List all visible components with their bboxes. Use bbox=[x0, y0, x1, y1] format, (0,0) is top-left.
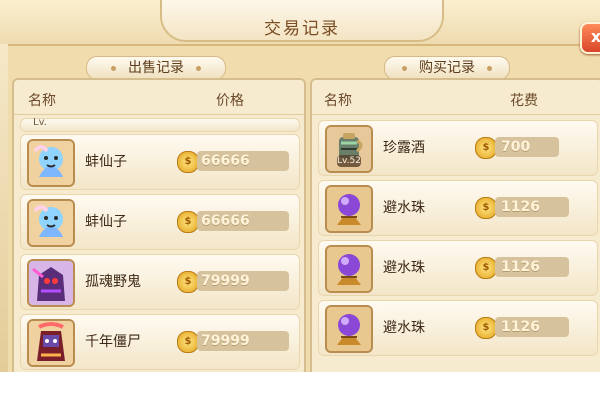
item-name: 避水珠 bbox=[383, 260, 425, 276]
sell-records-tab: 出售记录 bbox=[86, 56, 226, 80]
pill-dot-left bbox=[401, 65, 407, 71]
sell-header: 名称 价格 bbox=[14, 80, 304, 115]
partial-level-text: Lv. bbox=[33, 117, 47, 128]
ghost-warrior-icon bbox=[27, 259, 75, 307]
sell-records-label: 出售记录 bbox=[128, 60, 184, 76]
purple-orb-icon bbox=[325, 305, 373, 353]
item-name: 蚌仙子 bbox=[85, 214, 127, 230]
coin-icon: $ bbox=[475, 137, 497, 159]
list-item[interactable]: 避水珠 $ 1126 bbox=[318, 180, 598, 236]
item-name: 千年僵尸 bbox=[85, 334, 141, 350]
list-item[interactable]: 蚌仙子 $ 66666 bbox=[20, 194, 300, 250]
buy-header: 名称 花费 bbox=[312, 80, 600, 115]
pill-dot-right bbox=[487, 65, 493, 71]
item-name: 孤魂野鬼 bbox=[85, 274, 141, 290]
title-tab: 交易记录 bbox=[160, 0, 444, 42]
partial-list-item: Lv. bbox=[20, 117, 300, 132]
sell-records-panel[interactable]: 名称 价格 Lv. 蚌仙子 $ 66666 蚌仙子 $ 66666 孤魂野鬼 $… bbox=[12, 78, 306, 372]
sell-col-name: 名称 bbox=[28, 93, 56, 109]
coin-icon: $ bbox=[177, 331, 199, 353]
pill-dot-right bbox=[196, 65, 202, 71]
purple-orb-icon bbox=[325, 245, 373, 293]
level-badge: Lv.52 bbox=[337, 155, 361, 167]
price-value: 1126 bbox=[501, 259, 540, 275]
list-item[interactable]: 避水珠 $ 1126 bbox=[318, 240, 598, 296]
sell-col-price: 价格 bbox=[216, 93, 244, 109]
price-value: 79999 bbox=[201, 333, 250, 349]
pill-dot-left bbox=[110, 65, 116, 71]
trade-records-window: 交易记录 x 出售记录 购买记录 名称 价格 Lv. 蚌仙子 $ 66666 蚌… bbox=[0, 0, 600, 372]
price-value: 1126 bbox=[501, 199, 540, 215]
price-value: 66666 bbox=[201, 153, 250, 169]
list-item[interactable]: Lv.52 珍露酒 $ 700 bbox=[318, 120, 598, 176]
price-value: 66666 bbox=[201, 213, 250, 229]
mermaid-fairy-icon bbox=[27, 199, 75, 247]
list-item[interactable]: 避水珠 $ 1126 bbox=[318, 300, 598, 356]
wine-jug-icon: Lv.52 bbox=[325, 125, 373, 173]
left-edge-decoration bbox=[0, 44, 8, 372]
buy-records-label: 购买记录 bbox=[419, 60, 475, 76]
titlebar: 交易记录 x bbox=[0, 0, 600, 54]
list-item[interactable]: 孤魂野鬼 $ 79999 bbox=[20, 254, 300, 310]
window-title: 交易记录 bbox=[264, 19, 340, 39]
item-name: 避水珠 bbox=[383, 320, 425, 336]
mermaid-fairy-icon bbox=[27, 139, 75, 187]
item-name: 蚌仙子 bbox=[85, 154, 127, 170]
price-value: 1126 bbox=[501, 319, 540, 335]
purple-orb-icon bbox=[325, 185, 373, 233]
coin-icon: $ bbox=[475, 317, 497, 339]
buy-records-panel[interactable]: 名称 花费 Lv.52 珍露酒 $ 700 避水珠 $ 1126 避水珠 $ 1… bbox=[310, 78, 600, 372]
item-name: 避水珠 bbox=[383, 200, 425, 216]
buy-records-tab: 购买记录 bbox=[384, 56, 510, 80]
coin-icon: $ bbox=[475, 197, 497, 219]
list-item[interactable]: 蚌仙子 $ 66666 bbox=[20, 134, 300, 190]
close-button[interactable]: x bbox=[580, 22, 600, 54]
buy-col-cost: 花费 bbox=[510, 93, 538, 109]
coin-icon: $ bbox=[177, 271, 199, 293]
coin-icon: $ bbox=[177, 211, 199, 233]
close-icon: x bbox=[590, 27, 600, 46]
buy-col-name: 名称 bbox=[324, 93, 352, 109]
zombie-warrior-icon bbox=[27, 319, 75, 367]
price-value: 700 bbox=[501, 139, 531, 155]
list-item[interactable]: 千年僵尸 $ 79999 bbox=[20, 314, 300, 370]
item-name: 珍露酒 bbox=[383, 140, 425, 156]
coin-icon: $ bbox=[475, 257, 497, 279]
coin-icon: $ bbox=[177, 151, 199, 173]
price-value: 79999 bbox=[201, 273, 250, 289]
